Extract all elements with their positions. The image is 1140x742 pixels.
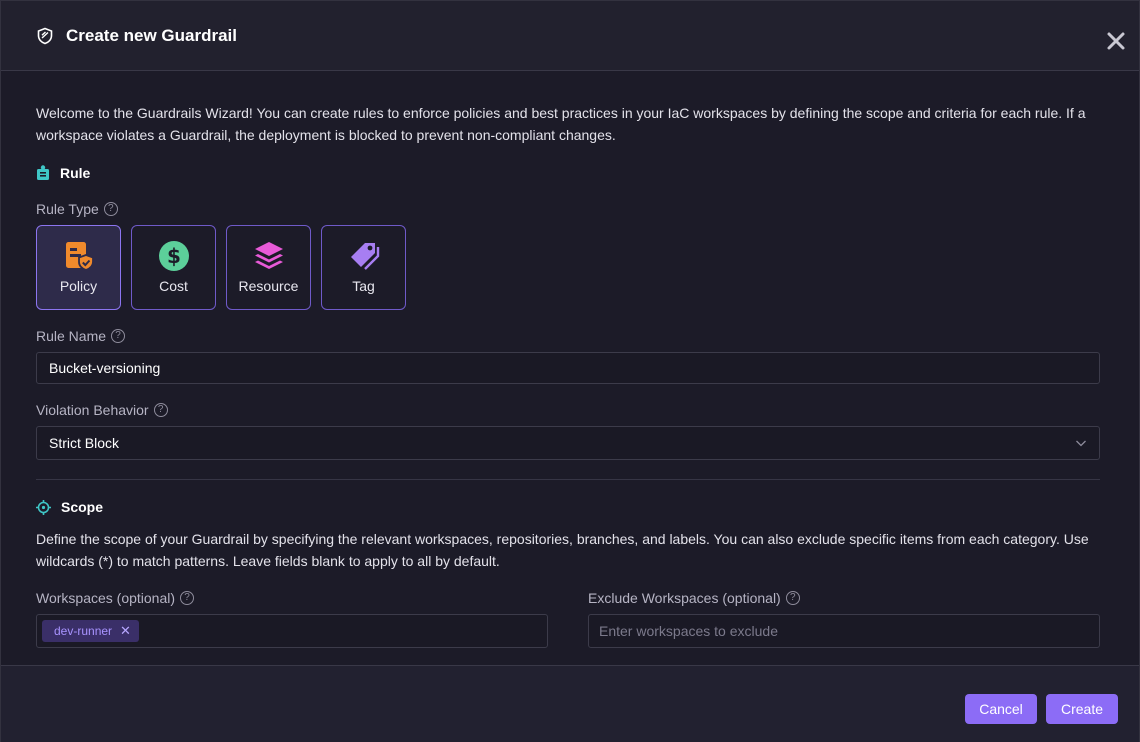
workspaces-input[interactable]: dev-runner ✕ bbox=[36, 614, 548, 648]
exclude-workspaces-input[interactable]: Enter workspaces to exclude bbox=[588, 614, 1100, 648]
help-icon[interactable]: ? bbox=[111, 329, 126, 343]
help-icon[interactable]: ? bbox=[180, 591, 195, 605]
svg-text:$: $ bbox=[167, 244, 181, 268]
dialog-body: Welcome to the Guardrails Wizard! You ca… bbox=[1, 72, 1139, 665]
workspaces-label: Workspaces (optional) ? bbox=[36, 590, 195, 606]
rule-type-tag[interactable]: Tag bbox=[321, 225, 406, 310]
rule-icon bbox=[37, 165, 49, 180]
rule-type-policy[interactable]: Policy bbox=[36, 225, 121, 310]
section-divider bbox=[36, 479, 1100, 480]
rule-type-label: Rule Type ? bbox=[36, 201, 118, 217]
rule-heading: Rule bbox=[60, 165, 91, 181]
exclude-workspaces-label: Exclude Workspaces (optional) ? bbox=[588, 590, 800, 606]
rule-name-input[interactable]: Bucket-versioning bbox=[36, 352, 1100, 384]
help-icon[interactable]: ? bbox=[103, 202, 118, 216]
rule-type-resource[interactable]: Resource bbox=[226, 225, 311, 310]
crosshair-icon bbox=[36, 499, 51, 515]
dollar-icon: $ bbox=[157, 239, 191, 273]
rule-section-heading: Rule bbox=[36, 163, 90, 183]
rule-type-resource-label: Resource bbox=[238, 278, 299, 294]
close-icon[interactable] bbox=[1105, 30, 1127, 52]
dialog-header: Create new Guardrail bbox=[1, 1, 1139, 71]
create-button[interactable]: Create bbox=[1046, 694, 1118, 724]
help-icon[interactable]: ? bbox=[785, 591, 800, 605]
workspaces-label-text: Workspaces (optional) bbox=[36, 590, 176, 606]
chevron-down-icon bbox=[1076, 440, 1086, 447]
violation-behavior-select[interactable]: Strict Block bbox=[36, 426, 1100, 460]
rule-type-tag-label: Tag bbox=[352, 278, 375, 294]
policy-icon bbox=[62, 239, 96, 273]
remove-chip-icon[interactable]: ✕ bbox=[120, 623, 131, 639]
rule-type-options: Policy $ Cost Resource Tag bbox=[36, 225, 406, 310]
exclude-workspaces-label-text: Exclude Workspaces (optional) bbox=[588, 590, 781, 606]
dialog-footer: Cancel Create bbox=[1, 665, 1139, 742]
rule-type-label-text: Rule Type bbox=[36, 201, 99, 217]
rule-type-cost-label: Cost bbox=[159, 278, 188, 294]
rule-type-policy-label: Policy bbox=[59, 278, 98, 294]
violation-behavior-value: Strict Block bbox=[49, 435, 120, 451]
workspace-chip: dev-runner ✕ bbox=[42, 620, 139, 642]
layers-icon bbox=[252, 239, 286, 273]
dialog-title: Create new Guardrail bbox=[66, 26, 238, 45]
violation-behavior-label-text: Violation Behavior bbox=[36, 402, 149, 418]
violation-behavior-label: Violation Behavior ? bbox=[36, 402, 168, 418]
rule-name-label: Rule Name ? bbox=[36, 328, 126, 344]
workspace-chip-label: dev-runner bbox=[54, 624, 113, 638]
intro-text: Welcome to the Guardrails Wizard! You ca… bbox=[36, 105, 1086, 143]
help-icon[interactable]: ? bbox=[153, 403, 168, 417]
shield-icon bbox=[37, 27, 53, 45]
rule-type-cost[interactable]: $ Cost bbox=[131, 225, 216, 310]
create-guardrail-dialog: Create new Guardrail Welcome to the Guar… bbox=[0, 0, 1140, 742]
scope-description: Define the scope of your Guardrail by sp… bbox=[36, 531, 1089, 569]
exclude-workspaces-placeholder: Enter workspaces to exclude bbox=[599, 623, 778, 639]
rule-name-label-text: Rule Name bbox=[36, 328, 107, 344]
tag-icon bbox=[347, 239, 381, 273]
cancel-button[interactable]: Cancel bbox=[965, 694, 1037, 724]
scope-heading: Scope bbox=[61, 499, 104, 515]
scope-section-heading: Scope bbox=[36, 497, 103, 517]
